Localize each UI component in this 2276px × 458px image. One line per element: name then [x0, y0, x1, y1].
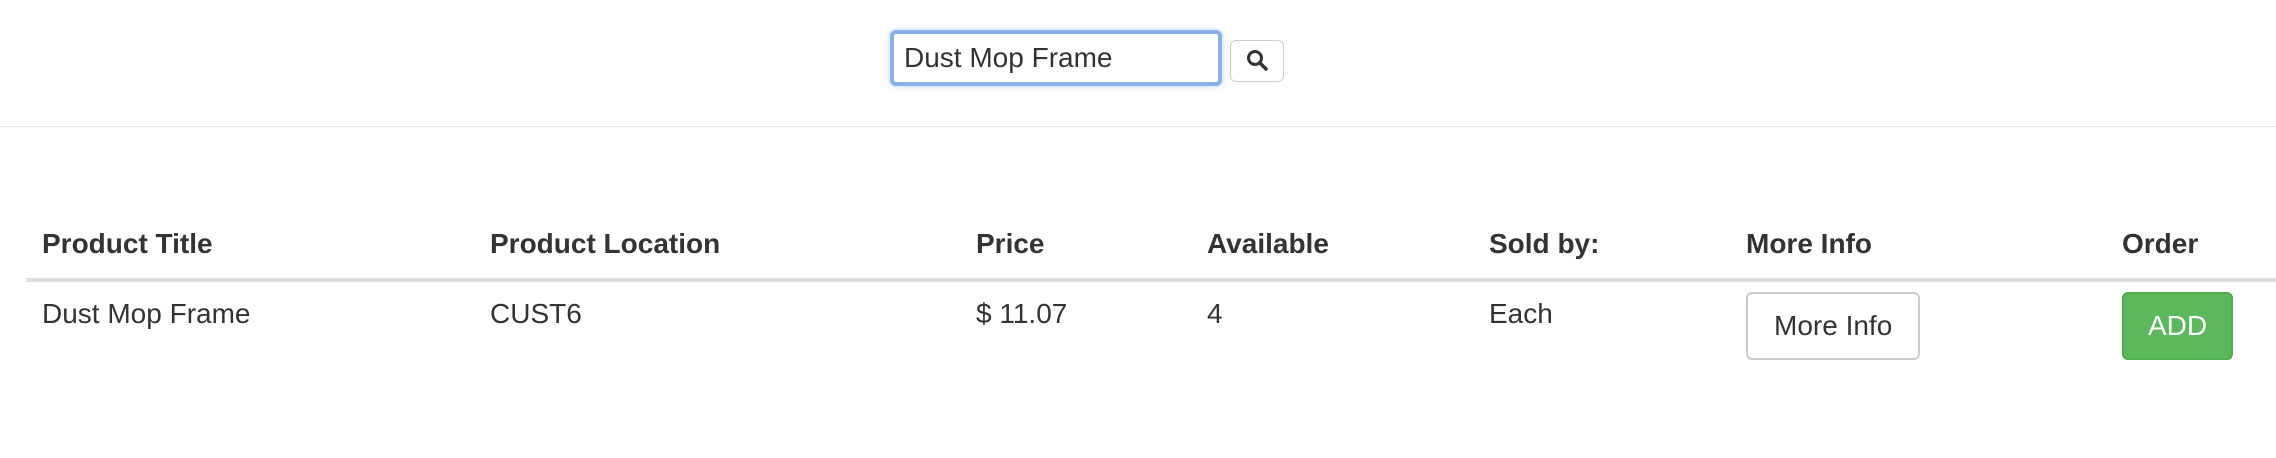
header-sold-by: Sold by: — [1473, 210, 1730, 282]
header-available: Available — [1191, 210, 1473, 282]
cell-price: $ 11.07 — [976, 298, 1068, 329]
cell-order: ADD — [2106, 280, 2276, 376]
add-to-order-button[interactable]: ADD — [2122, 292, 2234, 360]
more-info-button[interactable]: More Info — [1746, 292, 1921, 360]
table-header-row: Product Title Product Location Price Ava… — [26, 210, 2276, 282]
top-search-bar — [0, 0, 2276, 127]
search-icon — [1245, 48, 1269, 75]
table-row: Dust Mop Frame CUST6 $ 11.07 4 Each More… — [26, 280, 2276, 376]
cell-product-title: Dust Mop Frame — [42, 298, 251, 329]
header-order: Order — [2106, 210, 2276, 282]
header-price: Price — [960, 210, 1191, 282]
header-product-title: Product Title — [26, 210, 474, 282]
cell-more-info: More Info — [1730, 280, 2106, 376]
cell-available: 4 — [1207, 298, 1223, 329]
header-more-info: More Info — [1730, 210, 2106, 282]
product-results-table: Product Title Product Location Price Ava… — [26, 210, 2276, 376]
search-button[interactable] — [1230, 40, 1284, 82]
cell-product-location: CUST6 — [490, 298, 582, 329]
cell-sold-by: Each — [1489, 298, 1553, 329]
header-product-location: Product Location — [474, 210, 960, 282]
search-input[interactable] — [890, 30, 1222, 86]
